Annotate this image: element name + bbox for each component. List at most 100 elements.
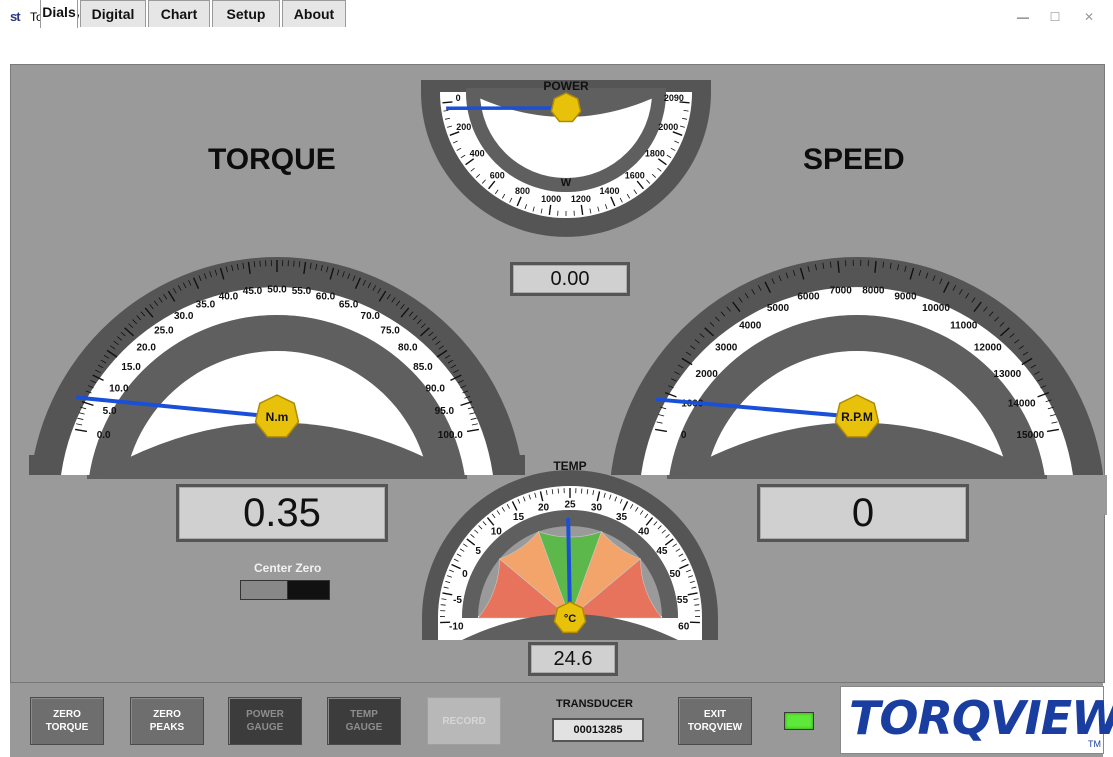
temp-tick-label: 50 bbox=[669, 569, 681, 580]
toggle-knob[interactable] bbox=[241, 581, 288, 599]
temp-tick-label: 45 bbox=[656, 546, 668, 557]
speed-tick-label: 3000 bbox=[715, 343, 738, 354]
torque-tick-label: 85.0 bbox=[413, 362, 433, 373]
center-zero-label: Center Zero bbox=[254, 561, 321, 575]
torque-title: TORQUE bbox=[208, 143, 336, 177]
temp-tick-label: 10 bbox=[491, 527, 503, 538]
power-title: POWER bbox=[543, 79, 589, 93]
torque-foot-right bbox=[495, 455, 525, 477]
transducer-value: 00013285 bbox=[552, 718, 644, 742]
power-tick-label: 1600 bbox=[625, 170, 645, 180]
zero-torque-label: ZERO TORQUE bbox=[46, 708, 89, 734]
torque-base-strip bbox=[87, 475, 467, 479]
power-tick-label: 800 bbox=[515, 186, 530, 196]
torque-tick-label: 65.0 bbox=[339, 300, 359, 311]
exit-label: EXIT TORQVIEW bbox=[688, 708, 742, 734]
torque-readout: 0.35 bbox=[176, 484, 388, 542]
speed-tick-label: 7000 bbox=[830, 285, 853, 296]
power-tick-label: 200 bbox=[456, 122, 471, 132]
speed-title: SPEED bbox=[803, 143, 905, 177]
power-gauge-button[interactable]: POWER GAUGE bbox=[228, 697, 302, 745]
torque-tick-label: 75.0 bbox=[380, 326, 400, 337]
temp-gauge-label: TEMP GAUGE bbox=[346, 708, 383, 734]
power-tick-label: 2090 bbox=[664, 93, 684, 103]
temp-foot-left bbox=[422, 618, 438, 640]
speed-tick-label: 8000 bbox=[862, 285, 885, 296]
zero-peaks-button[interactable]: ZERO PEAKS bbox=[130, 697, 204, 745]
speed-tick-label: 0 bbox=[681, 430, 687, 441]
power-hub bbox=[551, 93, 580, 122]
speed-tick-label: 14000 bbox=[1008, 398, 1036, 409]
torque-tick-label: 20.0 bbox=[136, 343, 156, 354]
temp-hub-label: °C bbox=[564, 613, 576, 625]
temp-tick-label: 15 bbox=[513, 512, 525, 523]
torque-tick-label: 60.0 bbox=[316, 291, 336, 302]
temp-gauge-button[interactable]: TEMP GAUGE bbox=[327, 697, 401, 745]
speed-readout: 0 bbox=[757, 484, 969, 542]
speed-tick-label: 6000 bbox=[797, 291, 820, 302]
torque-tick bbox=[260, 261, 261, 267]
zero-peaks-label: ZERO PEAKS bbox=[150, 708, 184, 734]
power-tick-label: 1800 bbox=[645, 149, 665, 159]
temp-tick-label: 40 bbox=[638, 527, 650, 538]
status-led bbox=[784, 712, 814, 730]
temp-tick-label: 30 bbox=[591, 503, 603, 514]
torque-tick-label: 50.0 bbox=[267, 285, 287, 296]
transducer-label: TRANSDUCER bbox=[556, 698, 633, 710]
logo-text: TORQVIEW bbox=[849, 691, 1113, 745]
torque-tick-label: 5.0 bbox=[103, 406, 117, 417]
torque-tick-label: 90.0 bbox=[425, 383, 445, 394]
temp-tick-label: -10 bbox=[449, 621, 464, 632]
temp-tick bbox=[694, 605, 699, 606]
torqview-logo: TORQVIEW TM bbox=[840, 686, 1104, 754]
power-gauge-label: POWER GAUGE bbox=[246, 708, 284, 734]
torque-foot-left bbox=[29, 455, 59, 477]
zero-torque-button[interactable]: ZERO TORQUE bbox=[30, 697, 104, 745]
torque-tick-label: 55.0 bbox=[292, 286, 312, 297]
torque-tick-label: 30.0 bbox=[174, 311, 194, 322]
torque-tick-label: 95.0 bbox=[435, 406, 455, 417]
record-button[interactable]: RECORD bbox=[427, 697, 501, 745]
temp-tick-label: 55 bbox=[677, 595, 689, 606]
power-tick-label: 400 bbox=[470, 149, 485, 159]
power-tick-label: 600 bbox=[490, 170, 505, 180]
temp-tick-label: -5 bbox=[453, 595, 462, 606]
power-tick-label: 1200 bbox=[571, 194, 591, 204]
torque-hub-label: N.m bbox=[266, 410, 289, 424]
temp-tick-label: 60 bbox=[678, 621, 690, 632]
power-tick-label: 1000 bbox=[541, 194, 561, 204]
speed-tick-label: 15000 bbox=[1016, 430, 1044, 441]
power-tick-label: 0 bbox=[456, 93, 461, 103]
speed-tick-label: 12000 bbox=[974, 343, 1002, 354]
temp-tick-label: 20 bbox=[538, 503, 550, 514]
record-label: RECORD bbox=[442, 715, 485, 728]
logo-tm: TM bbox=[1088, 739, 1101, 749]
torque-tick-label: 10.0 bbox=[109, 383, 129, 394]
torque-tick bbox=[294, 261, 295, 267]
speed-tick-label: 9000 bbox=[894, 291, 917, 302]
power-tick-label: 2000 bbox=[658, 122, 678, 132]
power-tick-label: 1400 bbox=[599, 186, 619, 196]
torque-tick-label: 70.0 bbox=[361, 311, 381, 322]
speed-tick-label: 2000 bbox=[696, 369, 719, 380]
torque-tick-label: 40.0 bbox=[219, 291, 239, 302]
speed-tick-label: 13000 bbox=[993, 369, 1021, 380]
temp-readout: 24.6 bbox=[528, 642, 618, 676]
torque-tick-label: 15.0 bbox=[121, 362, 141, 373]
torque-tick-label: 100.0 bbox=[438, 430, 463, 441]
temp-tick-label: 35 bbox=[616, 512, 628, 523]
power-unit: W bbox=[561, 177, 572, 189]
center-zero-toggle[interactable] bbox=[240, 580, 330, 600]
speed-tick-label: 11000 bbox=[950, 321, 978, 332]
torque-tick-label: 80.0 bbox=[398, 343, 418, 354]
speed-hub-label: R.P.M bbox=[841, 410, 873, 424]
temp-tick-label: 0 bbox=[462, 569, 468, 580]
speed-tick-label: 4000 bbox=[739, 321, 762, 332]
speed-tick-label: 10000 bbox=[922, 303, 950, 314]
speed-base-strip bbox=[667, 475, 1047, 479]
temp-tick bbox=[441, 605, 446, 606]
torque-tick-label: 0.0 bbox=[97, 430, 111, 441]
exit-torqview-button[interactable]: EXIT TORQVIEW bbox=[678, 697, 752, 745]
temp-tick-label: 25 bbox=[564, 500, 576, 511]
temp-foot-right bbox=[702, 618, 718, 640]
